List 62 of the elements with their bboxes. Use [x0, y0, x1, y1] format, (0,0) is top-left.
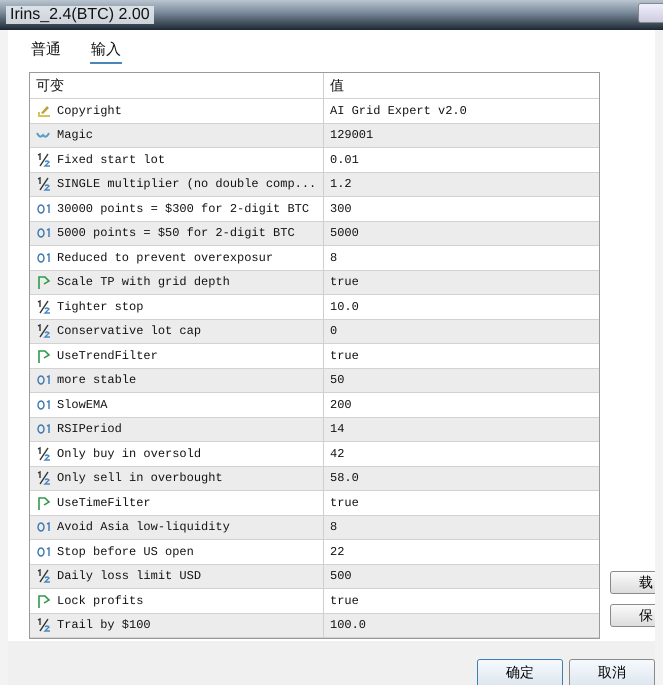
parameter-value: true [330, 496, 359, 510]
dialog-button[interactable]: 确定 [477, 659, 563, 685]
parameter-value: AI Grid Expert v2.0 [330, 104, 467, 118]
parameter-value: true [330, 594, 359, 608]
parameter-value: 14 [330, 422, 344, 436]
parameter-value: true [330, 348, 359, 363]
parameter-value: 42 [330, 446, 344, 461]
dialog-button[interactable]: 取消 [569, 659, 655, 685]
parameter-name: Daily loss limit USD [57, 569, 202, 584]
parameter-name: Scale TP with grid depth [57, 275, 230, 290]
parameter-value: 200 [330, 398, 352, 412]
parameter-value: 500 [330, 569, 352, 584]
parameter-name: Reduced to prevent overexposur [57, 250, 274, 265]
parameter-name: Avoid Asia low-liquidity [57, 520, 230, 534]
fraction-icon [36, 176, 52, 192]
parameter-value: 50 [330, 373, 344, 388]
parameter-value: 8 [330, 250, 338, 265]
window-control[interactable] [638, 3, 663, 23]
side-button[interactable]: 保 [610, 604, 655, 627]
fraction-icon [36, 568, 52, 584]
parameter-value: true [330, 275, 359, 290]
tab[interactable]: 普通 [30, 40, 62, 64]
parameter-name: Magic [57, 128, 94, 142]
parameter-name: UseTimeFilter [57, 496, 151, 510]
parameter-value: 300 [330, 202, 352, 216]
fraction-icon [36, 323, 52, 340]
fraction-icon [36, 446, 52, 462]
side-button[interactable]: 载 [610, 571, 655, 594]
parameter-value: 58.0 [330, 471, 359, 486]
window-title: Irins_2.4(BTC) 2.00 [6, 6, 154, 24]
parameter-name: Only sell in overbought [57, 471, 223, 486]
parameter-name: Tighter stop [57, 300, 144, 314]
parameter-name: Only buy in oversold [57, 446, 202, 461]
tab[interactable]: 输入 [90, 40, 122, 64]
parameter-value: 1.2 [330, 177, 352, 192]
parameter-name: SlowEMA [57, 398, 108, 412]
parameter-name: 5000 points = $50 for 2-digit BTC [57, 226, 295, 240]
parameter-value: 8 [330, 520, 338, 534]
parameter-value: 10.0 [330, 300, 359, 314]
parameter-name: SINGLE multiplier (no double comp... [57, 177, 316, 192]
parameter-name: Lock profits [57, 594, 144, 608]
parameter-name: more stable [57, 373, 136, 388]
parameter-name: Trail by $100 [57, 618, 151, 632]
parameter-value: 0 [330, 324, 338, 338]
fraction-icon [36, 152, 52, 168]
parameter-value: 22 [330, 544, 344, 559]
parameter-name: UseTrendFilter [57, 348, 158, 363]
parameter-name: Copyright [57, 104, 122, 118]
parameter-name: RSIPeriod [57, 422, 122, 436]
fraction-icon [36, 298, 52, 315]
parameter-name: 30000 points = $300 for 2-digit BTC [57, 202, 310, 216]
column-header: 可变 [36, 76, 64, 94]
parameter-value: 0.01 [330, 152, 359, 167]
column-header: 值 [330, 76, 344, 94]
parameter-value: 129001 [330, 128, 374, 142]
fraction-icon [36, 470, 52, 486]
parameter-name: Stop before US open [57, 544, 194, 559]
fraction-icon [36, 617, 52, 634]
parameter-name: Conservative lot cap [57, 324, 202, 338]
parameter-value: 5000 [330, 226, 359, 240]
parameter-value: 100.0 [330, 618, 366, 632]
parameter-name: Fixed start lot [57, 152, 166, 167]
